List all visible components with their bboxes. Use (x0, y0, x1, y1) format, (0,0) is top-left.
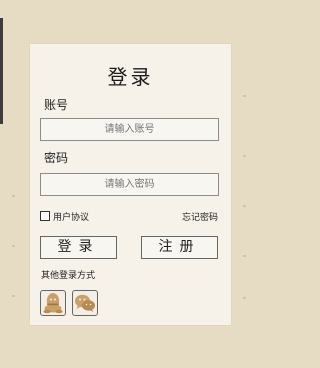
login-title: 登录 (107, 65, 154, 89)
background-dot (243, 155, 246, 157)
background-dot (12, 245, 15, 247)
password-label: 密码 (44, 151, 69, 165)
wechat-icon (75, 294, 95, 312)
background-dot (243, 95, 246, 97)
account-input[interactable] (40, 118, 219, 141)
login-card: 登录 账号 密码 用户协议 忘记密码 登录 注册 其他登录方式 (30, 44, 231, 325)
background-dot (243, 255, 246, 257)
qq-login-button[interactable] (40, 290, 66, 316)
forgot-password-link[interactable]: 忘记密码 (182, 210, 218, 223)
background-dot (12, 295, 15, 297)
agreement-checkbox[interactable] (40, 211, 50, 221)
qq-icon (43, 293, 63, 314)
register-button[interactable]: 注册 (141, 236, 218, 259)
agreement-label[interactable]: 用户协议 (53, 210, 89, 223)
background-dot (243, 205, 246, 207)
account-label: 账号 (44, 98, 69, 112)
other-login-label: 其他登录方式 (41, 271, 96, 281)
wechat-login-button[interactable] (72, 290, 98, 316)
password-input[interactable] (40, 173, 219, 196)
left-edge-bar (0, 18, 3, 124)
background-dot (12, 195, 15, 197)
login-button[interactable]: 登录 (40, 236, 117, 259)
background-dot (243, 297, 246, 299)
